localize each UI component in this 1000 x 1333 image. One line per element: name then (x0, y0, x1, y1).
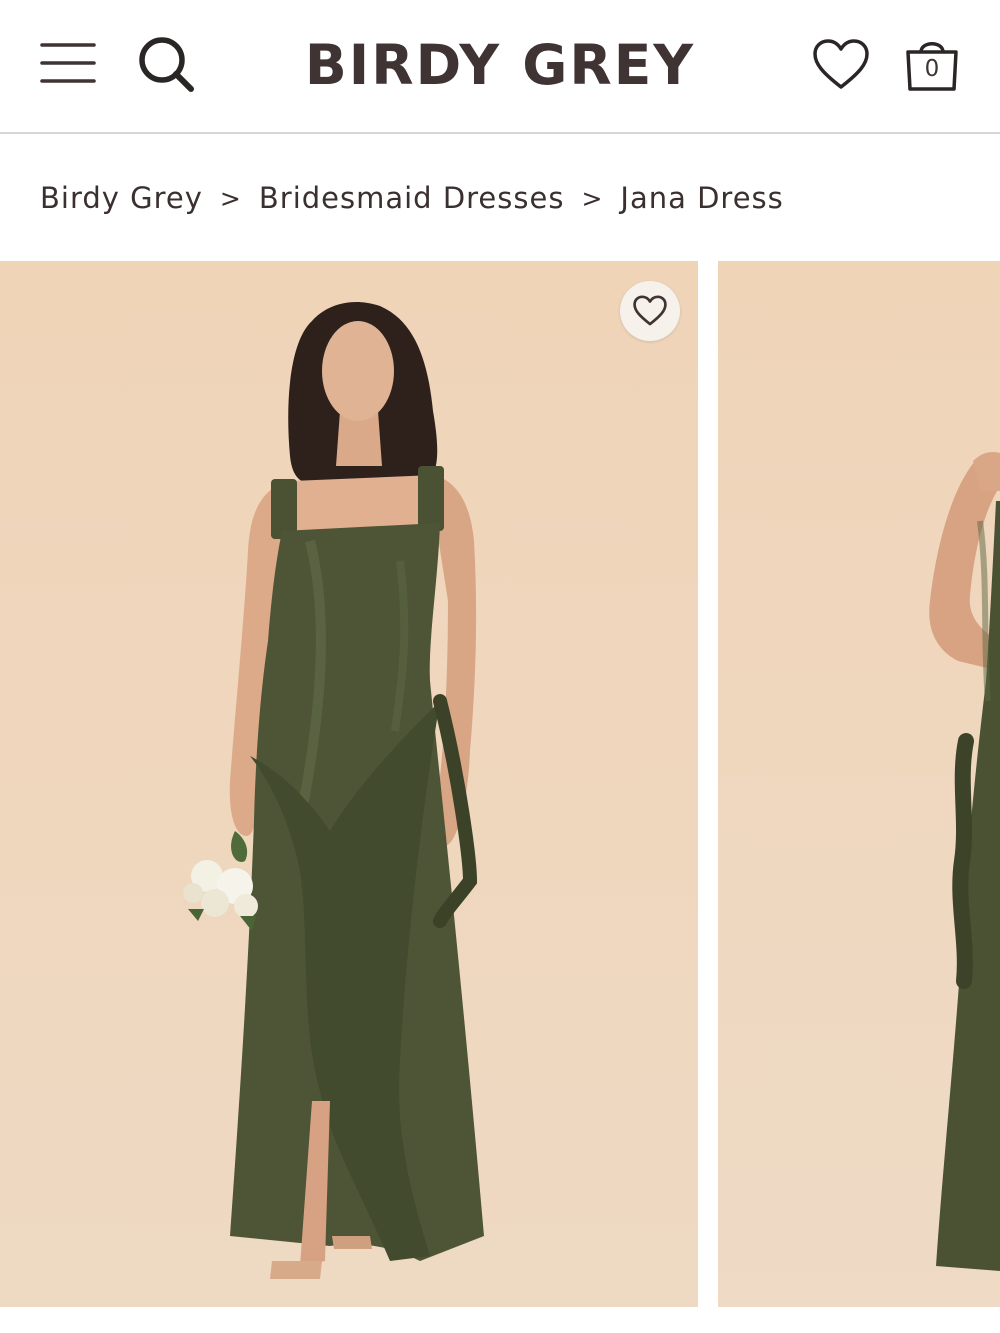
heart-outline-icon (633, 295, 667, 326)
breadcrumb-home[interactable]: Birdy Grey (40, 181, 203, 215)
product-image-side[interactable] (718, 261, 1000, 1307)
breadcrumb-separator: > (219, 183, 242, 213)
search-button[interactable] (136, 34, 198, 94)
hamburger-menu-icon (40, 43, 96, 83)
breadcrumb: Birdy Grey > Bridesmaid Dresses > Jana D… (40, 178, 784, 218)
breadcrumb-bridesmaid-dresses[interactable]: Bridesmaid Dresses (259, 181, 565, 215)
cart-button[interactable]: 0 (902, 34, 962, 94)
menu-button[interactable] (40, 40, 96, 86)
search-icon (139, 37, 194, 92)
model-front-illustration (183, 301, 484, 1279)
cart-count-badge: 0 (924, 56, 940, 82)
brand-logo[interactable]: BIRDY GREY (250, 34, 750, 96)
wishlist-button[interactable] (812, 38, 870, 92)
product-image-gallery[interactable] (0, 261, 1000, 1307)
favorite-button[interactable] (620, 281, 680, 341)
heart-icon (813, 39, 869, 89)
breadcrumb-current-product: Jana Dress (620, 181, 784, 215)
product-image-front[interactable] (0, 261, 698, 1307)
model-side-illustration (929, 451, 1000, 1271)
bouquet (183, 831, 258, 931)
breadcrumb-separator: > (581, 183, 604, 213)
site-header: BIRDY GREY 0 (0, 0, 1000, 134)
